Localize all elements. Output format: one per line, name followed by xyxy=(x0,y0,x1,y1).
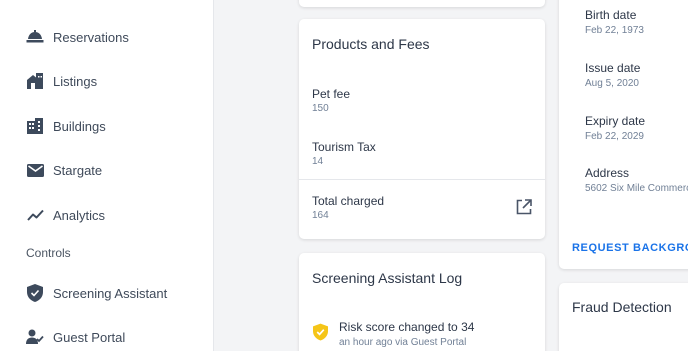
fraud-detection-card: Fraud Detection xyxy=(559,283,688,351)
previous-card xyxy=(299,0,545,7)
address-label: Address xyxy=(585,166,630,180)
sidebar-item-screening-assistant[interactable]: Screening Assistant xyxy=(24,281,167,305)
sidebar-item-label: Listings xyxy=(53,73,98,89)
sidebar-item-reservations[interactable]: Reservations xyxy=(24,25,129,49)
mail-icon xyxy=(24,159,46,181)
issue-date-label: Issue date xyxy=(585,61,641,75)
expiry-date-value: Feb 22, 2029 xyxy=(585,131,644,142)
sidebar-item-label: Reservations xyxy=(53,29,129,45)
sidebar-item-label: Guest Portal xyxy=(53,329,126,345)
shield-check-icon xyxy=(313,323,328,346)
fee-label: Tourism Tax xyxy=(312,140,376,154)
expiry-date-label: Expiry date xyxy=(585,114,646,128)
divider xyxy=(299,179,545,180)
sidebar-item-label: Stargate xyxy=(53,162,103,178)
sidebar-item-label: Analytics xyxy=(53,207,106,223)
card-title: Screening Assistant Log xyxy=(312,270,463,286)
request-background-button[interactable]: REQUEST BACKGROUND xyxy=(572,242,688,254)
address-value: 5602 Six Mile Commerce xyxy=(585,183,688,194)
total-value: 164 xyxy=(312,210,329,221)
fee-label: Pet fee xyxy=(312,87,351,101)
sidebar-item-label: Buildings xyxy=(53,118,106,134)
sidebar-item-buildings[interactable]: Buildings xyxy=(24,114,106,138)
sidebar-item-analytics[interactable]: Analytics xyxy=(24,203,105,227)
birth-date-label: Birth date xyxy=(585,8,637,22)
open-external-icon[interactable] xyxy=(515,198,533,216)
shield-icon xyxy=(24,282,46,304)
issue-date-value: Aug 5, 2020 xyxy=(585,78,639,89)
log-entry-text: Risk score changed to 34 xyxy=(339,320,475,334)
fee-value: 14 xyxy=(312,156,324,167)
guest-icon xyxy=(24,326,46,348)
log-entry-meta: an hour ago via Guest Portal xyxy=(339,337,467,348)
sidebar: Reservations Listings Buildings Stargate… xyxy=(0,0,214,351)
sidebar-item-guest-portal[interactable]: Guest Portal xyxy=(24,325,125,349)
identity-card: Birth date Feb 22, 1973 Issue date Aug 5… xyxy=(559,0,688,269)
card-title: Fraud Detection xyxy=(572,299,672,315)
analytics-icon xyxy=(24,204,46,226)
controls-section-label: Controls xyxy=(26,246,71,260)
birth-date-value: Feb 22, 1973 xyxy=(585,25,644,36)
sidebar-item-label: Screening Assistant xyxy=(53,285,168,301)
sidebar-item-stargate[interactable]: Stargate xyxy=(24,158,102,182)
fee-value: 150 xyxy=(312,103,329,114)
screening-assistant-log-card: Screening Assistant Log Risk score chang… xyxy=(299,253,545,351)
sidebar-item-listings[interactable]: Listings xyxy=(24,69,97,93)
total-label: Total charged xyxy=(312,194,385,208)
listings-icon xyxy=(24,70,46,92)
reservations-icon xyxy=(24,26,46,48)
buildings-icon xyxy=(24,115,46,137)
card-title: Products and Fees xyxy=(312,36,430,52)
products-and-fees-card: Products and Fees Pet fee 150 Tourism Ta… xyxy=(299,19,545,239)
